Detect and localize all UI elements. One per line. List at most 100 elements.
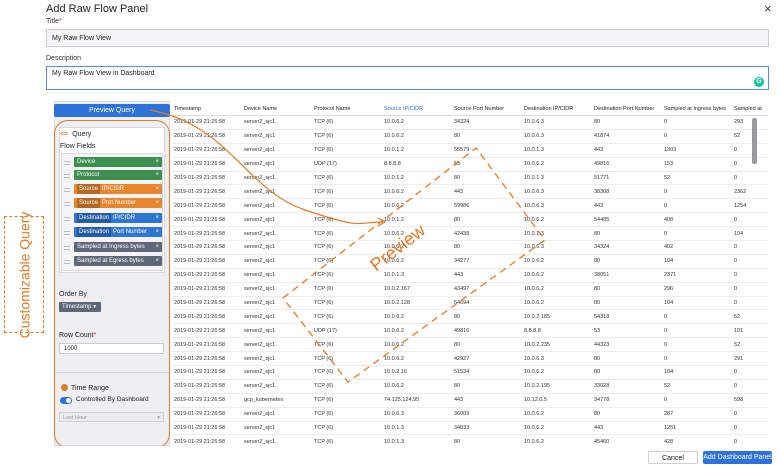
table-cell: server2_sjc1 bbox=[242, 212, 312, 228]
table-cell: 0 bbox=[732, 296, 768, 311]
table-cell: 0 bbox=[732, 365, 768, 380]
table-cell: 598 bbox=[732, 393, 768, 408]
table-cell: 80 bbox=[452, 129, 522, 144]
table-row: 2019-01-29 21:26:58 server2_sjc1 TCP (6) 10… bbox=[172, 337, 768, 353]
add-dashboard-panel-button[interactable]: Add Dashboard Panel bbox=[703, 451, 772, 464]
table-cell: 2019-01-29 21:26:58 bbox=[172, 226, 242, 242]
table-cell: 10.0.6.3 bbox=[522, 184, 592, 200]
column-header[interactable]: Protocol Name bbox=[312, 102, 382, 116]
table-cell: 33028 bbox=[592, 379, 662, 394]
table-cell: 10.0.6.3 bbox=[382, 407, 452, 422]
table-cell: 41874 bbox=[592, 129, 662, 144]
table-cell: 10.0.6.2 bbox=[522, 157, 592, 172]
table-cell: 10.0.6.3 bbox=[522, 198, 592, 214]
grammar-check-icon[interactable]: G bbox=[754, 77, 764, 87]
table-scrollbar[interactable] bbox=[752, 118, 757, 164]
table-cell: 443 bbox=[592, 143, 662, 158]
table-cell: 0 bbox=[662, 198, 732, 214]
table-cell: 10.0.1.3 bbox=[522, 171, 592, 186]
column-header[interactable]: Destination Port Number bbox=[592, 102, 662, 116]
table-cell: server2_sjc1 bbox=[242, 254, 312, 269]
table-cell: 10.0.1.2 bbox=[382, 171, 452, 186]
table-cell: TCP (6) bbox=[312, 184, 382, 200]
column-header[interactable]: Source Port Number bbox=[452, 102, 522, 116]
table-cell: TCP (6) bbox=[312, 198, 382, 214]
table-row: 2019-01-29 21:26:58 gcp_kubernetes TCP (6)… bbox=[172, 393, 768, 408]
table-cell: TCP (6) bbox=[312, 171, 382, 186]
table-cell: 10.0.6.2 bbox=[522, 282, 592, 297]
table-cell: 52 bbox=[732, 309, 768, 325]
table-cell: 2019-01-29 21:26:58 bbox=[172, 184, 242, 200]
table-cell: 408 bbox=[662, 212, 732, 228]
table-cell: 10.0.2.195 bbox=[522, 379, 592, 394]
table-cell: 10.0.6.2 bbox=[382, 323, 452, 339]
table-row: 2019-01-29 21:26:58 server2_sjc1 TCP (6) 10… bbox=[172, 254, 768, 269]
table-cell: 10.0.6.2 bbox=[522, 421, 592, 436]
table-cell: 0 bbox=[662, 309, 732, 325]
table-cell: 153 bbox=[662, 157, 732, 172]
table-cell: 104 bbox=[662, 254, 732, 269]
table-cell: 1251 bbox=[662, 421, 732, 436]
table-header-row: Timestamp Device Name Protocol Name Source … bbox=[172, 102, 768, 116]
table-row: 2019-01-29 21:26:58 server2_sjc1 TCP (6) 10… bbox=[172, 296, 768, 311]
table-row: 2019-01-29 21:26:58 server2_sjc1 TCP (6) 10… bbox=[172, 351, 768, 367]
table-row: 2019-01-29 21:26:58 server2_sjc1 TCP (6) 10… bbox=[172, 240, 768, 255]
table-cell: 104 bbox=[662, 296, 732, 311]
table-cell: 2019-01-29 21:26:58 bbox=[172, 407, 242, 422]
table-row: 2019-01-29 21:26:58 server2_sjc1 TCP (6) 10… bbox=[172, 115, 768, 130]
table-cell: 80 bbox=[592, 282, 662, 297]
table-cell: 10.0.2.167 bbox=[382, 282, 452, 297]
table-cell: TCP (6) bbox=[312, 129, 382, 144]
table-cell: 2362 bbox=[732, 184, 768, 200]
table-row: 2019-01-29 21:26:58 server2_sjc1 TCP (6) 10… bbox=[172, 365, 768, 380]
column-header[interactable]: Sampled at Ingress bytes bbox=[662, 102, 732, 116]
table-cell: server2_sjc1 bbox=[242, 407, 312, 422]
table-cell: 10.0.6.2 bbox=[522, 296, 592, 311]
table-cell: 2019-01-29 21:26:58 bbox=[172, 115, 242, 130]
table-row: 2019-01-29 21:26:58 server2_sjc1 TCP (6) 10… bbox=[172, 171, 768, 186]
table-cell: 10.0.2.185 bbox=[522, 309, 592, 325]
table-cell: server2_sjc1 bbox=[242, 240, 312, 255]
table-cell: 0 bbox=[662, 115, 732, 130]
table-cell: 10.0.6.2 bbox=[382, 129, 452, 144]
title-label: Title* bbox=[46, 18, 62, 25]
table-cell: TCP (6) bbox=[312, 421, 382, 436]
table-cell: TCP (6) bbox=[312, 434, 382, 444]
table-cell: server2_sjc1 bbox=[242, 296, 312, 311]
table-cell: 2371 bbox=[662, 268, 732, 283]
column-header[interactable]: Source IP/CIDR bbox=[382, 102, 452, 116]
preview-query-button[interactable]: Preview Query bbox=[54, 104, 170, 117]
cancel-button[interactable]: Cancel bbox=[648, 451, 698, 464]
description-input[interactable]: My Raw Flow View in Dashboard bbox=[46, 66, 769, 90]
table-cell: 443 bbox=[592, 198, 662, 214]
table-cell: 10.0.6.2 bbox=[522, 254, 592, 269]
table-cell: 10.0.1.3 bbox=[382, 434, 452, 444]
table-cell: 59986 bbox=[452, 198, 522, 214]
table-cell: 54318 bbox=[592, 309, 662, 325]
close-icon[interactable]: × bbox=[764, 1, 772, 16]
title-input[interactable]: My Raw Flow View bbox=[46, 29, 769, 47]
column-header[interactable]: Timestamp bbox=[172, 102, 242, 116]
table-cell: 10.0.6.2 bbox=[382, 115, 452, 130]
table-cell: 2019-01-29 21:26:58 bbox=[172, 323, 242, 339]
table-cell: 10.0.6.2 bbox=[382, 337, 452, 353]
table-cell: 2019-01-29 21:26:58 bbox=[172, 351, 242, 367]
table-cell: 2019-01-29 21:26:58 bbox=[172, 212, 242, 228]
table-cell: 34277 bbox=[452, 254, 522, 269]
column-header[interactable]: Device Name bbox=[242, 102, 312, 116]
table-cell: TCP (6) bbox=[312, 309, 382, 325]
table-cell: 0 bbox=[732, 407, 768, 422]
column-header[interactable]: Sampled at bbox=[732, 102, 768, 116]
table-cell: 80 bbox=[452, 337, 522, 353]
table-row: 2019-01-29 21:26:58 server2_sjc1 UDP (17) 8… bbox=[172, 157, 768, 172]
table-cell: 2019-01-29 21:26:58 bbox=[172, 171, 242, 186]
table-cell: 296 bbox=[662, 282, 732, 297]
table-cell: 80 bbox=[592, 296, 662, 311]
table-cell: 80 bbox=[452, 240, 522, 255]
table-cell: 0 bbox=[732, 157, 768, 172]
preview-table-container[interactable]: Timestamp Device Name Protocol Name Source … bbox=[172, 102, 768, 444]
table-cell: 10.0.6.2 bbox=[382, 198, 452, 214]
table-cell: 287 bbox=[662, 407, 732, 422]
column-header[interactable]: Destination IP/CIDR bbox=[522, 102, 592, 116]
table-cell: server2_sjc1 bbox=[242, 198, 312, 214]
